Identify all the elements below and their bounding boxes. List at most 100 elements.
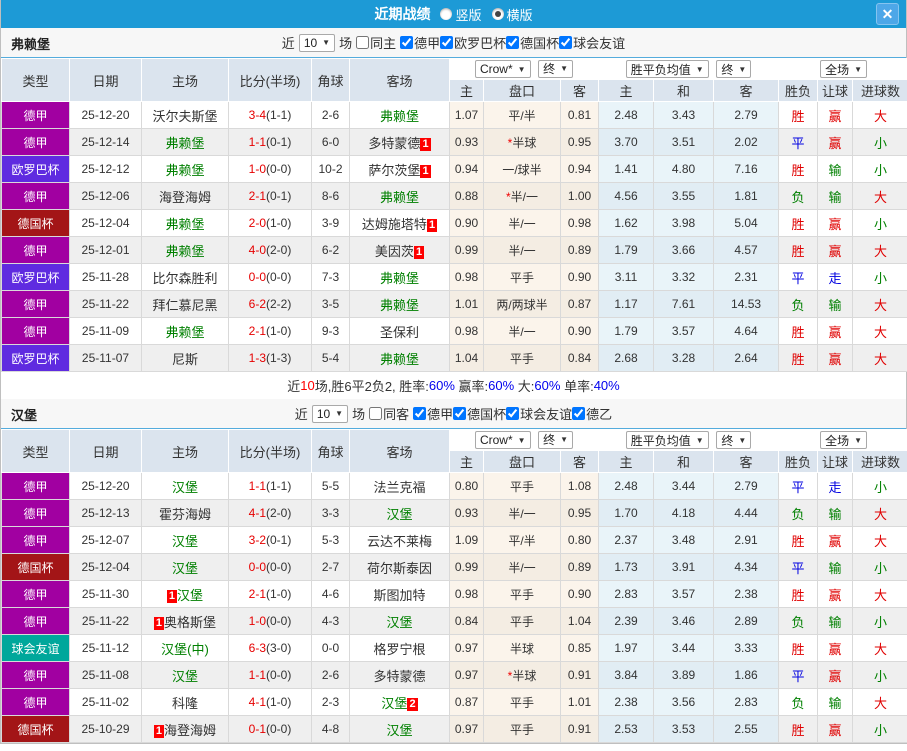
home-team-name[interactable]: 弗赖堡	[165, 244, 204, 259]
home-team-name[interactable]: 弗赖堡	[165, 325, 204, 340]
league-filter[interactable]: 欧罗巴杯	[440, 33, 506, 52]
away-team-name[interactable]: 法兰克福	[373, 480, 425, 495]
league-checkbox[interactable]	[413, 407, 427, 420]
odds-final-select[interactable]: 终	[538, 59, 574, 78]
away-team-name[interactable]: 格罗宁根	[373, 642, 425, 657]
bookmaker-select[interactable]: Crow*	[474, 60, 531, 79]
same-venue-checkbox[interactable]	[369, 407, 383, 420]
home-team-name[interactable]: 海登海姆	[159, 190, 211, 205]
away-team-name[interactable]: 多特蒙德	[368, 136, 420, 151]
radio-selected-icon[interactable]	[491, 8, 504, 20]
away-team-name[interactable]: 达姆施塔特	[362, 217, 427, 232]
layout-radio-vertical[interactable]: 竖版	[440, 5, 482, 24]
away-team-name[interactable]: 美因茨	[375, 244, 414, 259]
home-team-name[interactable]: 弗赖堡	[165, 217, 204, 232]
avg-home-odds: 4.56	[598, 182, 655, 210]
league-checkbox[interactable]	[506, 407, 520, 420]
panel-title: 近期战绩	[374, 6, 431, 22]
layout-radio-horizontal[interactable]: 横版	[491, 5, 533, 24]
home-team-name[interactable]: 弗赖堡	[165, 136, 204, 151]
home-team-name[interactable]: 科隆	[172, 696, 198, 711]
scope-select[interactable]: 全场	[820, 431, 867, 449]
league-filter[interactable]: 德甲	[400, 33, 440, 52]
home-team-name[interactable]: 拜仁慕尼黑	[152, 298, 217, 313]
away-team-name[interactable]: 云达不莱梅	[367, 534, 432, 549]
radio-icon[interactable]	[440, 8, 453, 20]
home-team-name[interactable]: 汉堡	[172, 669, 198, 684]
league-checkbox[interactable]	[400, 36, 414, 49]
home-team-name[interactable]: 汉堡(中)	[161, 642, 209, 657]
score-cell: 4-1(2-0)	[228, 499, 312, 527]
result-handicap: 赢	[817, 128, 854, 156]
score-cell: 1-1(0-0)	[228, 661, 312, 689]
result-wdl: 平	[778, 472, 819, 500]
bookmaker-select[interactable]: Crow*	[474, 431, 531, 450]
league-checkbox[interactable]	[506, 36, 520, 49]
close-button[interactable]: ✕	[876, 3, 899, 25]
match-row: 德甲 25-11-22 1 奥格斯堡 1-0(0-0) 4-3 汉堡 0.84 平…	[1, 607, 907, 635]
avg-odds-select[interactable]: 胜平负均值	[625, 431, 709, 449]
away-team-name[interactable]: 多特蒙德	[373, 669, 425, 684]
league-checkbox[interactable]	[572, 407, 586, 420]
league-filter[interactable]: 德甲	[413, 404, 453, 423]
away-team-name[interactable]: 汉堡	[386, 723, 412, 738]
league-filter[interactable]: 球会友谊	[559, 33, 625, 52]
away-team-name[interactable]: 斯图加特	[373, 588, 425, 603]
league-filter[interactable]: 球会友谊	[506, 404, 572, 423]
away-team-name[interactable]: 汉堡	[386, 615, 412, 630]
home-team-name[interactable]: 汉堡	[172, 534, 198, 549]
home-team-name[interactable]: 汉堡	[177, 588, 203, 603]
avg-odds-select[interactable]: 胜平负均值	[625, 60, 709, 78]
match-count-select[interactable]: 10	[298, 33, 336, 52]
league-checkbox[interactable]	[559, 36, 573, 49]
away-team-name[interactable]: 汉堡	[386, 507, 412, 522]
away-team-name[interactable]: 弗赖堡	[380, 298, 419, 313]
avg-final-select[interactable]: 终	[716, 431, 752, 449]
result-handicap: 赢	[817, 236, 854, 264]
home-team-name[interactable]: 沃尔夫斯堡	[152, 109, 217, 124]
away-team-name[interactable]: 弗赖堡	[380, 109, 419, 124]
same-venue-checkbox[interactable]	[356, 36, 370, 49]
home-team-name[interactable]: 比尔森胜利	[152, 271, 217, 286]
home-team-cell: 1 奥格斯堡	[141, 607, 229, 635]
home-team-name[interactable]: 尼斯	[172, 352, 198, 367]
away-team-name[interactable]: 弗赖堡	[380, 190, 419, 205]
away-team-name[interactable]: 圣保利	[380, 325, 419, 340]
avg-draw-odds: 3.98	[653, 209, 715, 237]
avg-final-select[interactable]: 终	[716, 60, 752, 78]
home-team-name[interactable]: 海登海姆	[164, 723, 216, 738]
home-team-cell: 霍芬海姆	[141, 499, 229, 527]
match-count-select[interactable]: 10	[311, 404, 349, 423]
home-team-name[interactable]: 弗赖堡	[165, 163, 204, 178]
away-team-name[interactable]: 弗赖堡	[380, 271, 419, 286]
avg-away-odds: 2.83	[713, 688, 780, 716]
league-filter[interactable]: 德乙	[572, 404, 612, 423]
league-filter[interactable]: 德国杯	[506, 33, 559, 52]
avg-away-odds: 3.33	[713, 634, 780, 662]
away-team-name[interactable]: 弗赖堡	[380, 352, 419, 367]
away-team-name[interactable]: 萨尔茨堡	[368, 163, 420, 178]
home-team-cell: 汉堡	[141, 661, 229, 689]
home-team-name[interactable]: 汉堡	[172, 480, 198, 495]
league-checkbox[interactable]	[440, 36, 454, 49]
away-team-name[interactable]: 汉堡	[381, 696, 407, 711]
fulltime-score: 1-0	[248, 614, 266, 628]
away-team-name[interactable]: 荷尔斯泰因	[367, 561, 432, 576]
home-team-name[interactable]: 奥格斯堡	[164, 615, 216, 630]
match-row: 德国杯 25-10-29 1 海登海姆 0-1(0-0) 4-8 汉堡 0.97 …	[1, 715, 907, 743]
scope-select[interactable]: 全场	[820, 60, 867, 78]
home-team-name[interactable]: 汉堡	[172, 561, 198, 576]
league-filter[interactable]: 德国杯	[453, 404, 506, 423]
same-venue-filter[interactable]: 同主	[356, 33, 396, 52]
same-venue-filter[interactable]: 同客	[369, 404, 409, 423]
odds-final-select[interactable]: 终	[538, 430, 574, 449]
league-checkbox[interactable]	[453, 407, 467, 420]
home-team-name[interactable]: 霍芬海姆	[159, 507, 211, 522]
rank-badge: 1	[413, 245, 425, 259]
result-goals: 大	[852, 580, 907, 608]
corner-score: 5-3	[311, 526, 350, 554]
away-team-cell: 荷尔斯泰因	[349, 553, 450, 581]
radio-vertical-label: 竖版	[455, 7, 482, 23]
handicap-cell: 两/两球半	[483, 290, 561, 318]
match-date: 25-11-22	[69, 607, 142, 635]
